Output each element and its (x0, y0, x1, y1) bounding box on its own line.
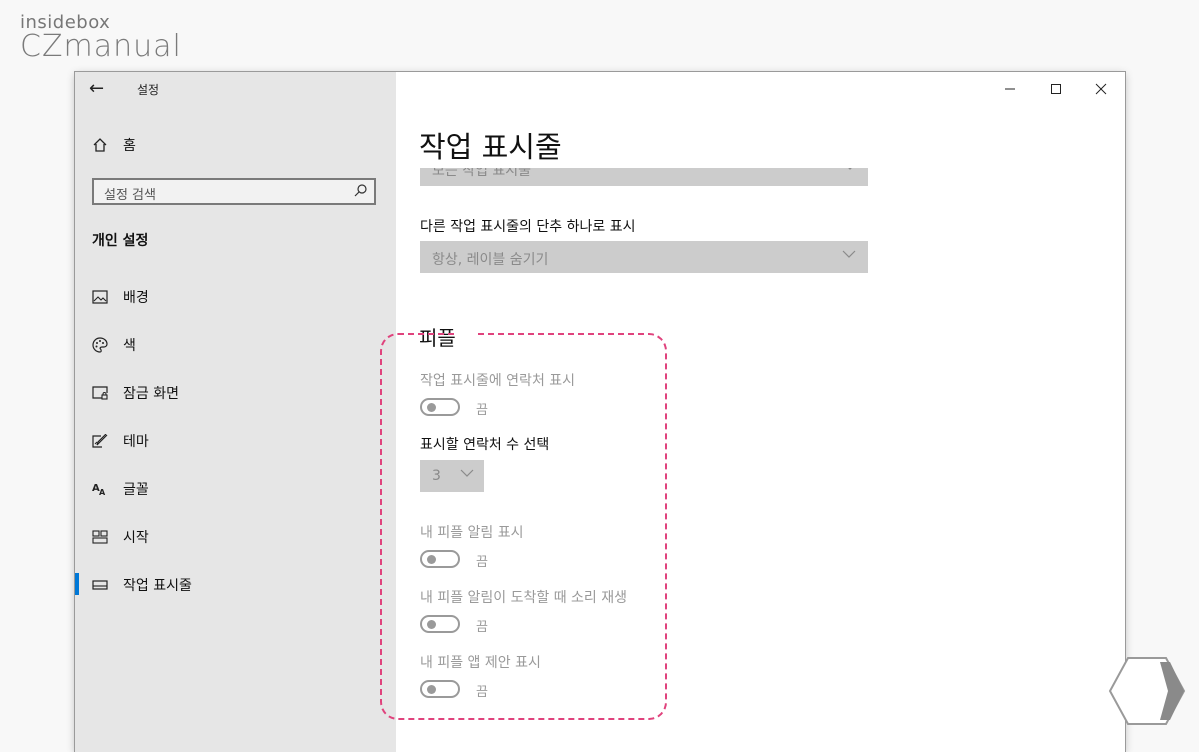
dropdown-value: 모든 작업 표시줄 (432, 168, 532, 179)
svg-text:A: A (99, 488, 106, 496)
search-placeholder: 설정 검색 (104, 188, 156, 203)
sidebar-item-label: 잠금 화면 (123, 386, 179, 402)
palette-icon (91, 336, 109, 354)
highlight-gap (455, 326, 475, 338)
sidebar-item-background[interactable]: 배경 (75, 278, 396, 316)
theme-icon (91, 432, 109, 450)
sidebar-item-label: 작업 표시줄 (123, 578, 192, 594)
sidebar-item-label: 홈 (123, 138, 136, 154)
search-icon[interactable] (354, 183, 368, 201)
brand-logo: insidebox CZmanual (20, 12, 182, 64)
sidebar-item-label: 글꼴 (123, 482, 149, 498)
app-title: 설정 (137, 83, 160, 97)
chevron-down-icon (844, 168, 856, 176)
sidebar: ← 설정 홈 설정 검색 개인 설정 배경 색 잠금 화면 테마 A A 글꼴 … (75, 72, 396, 752)
close-button[interactable] (1078, 72, 1124, 106)
sidebar-item-label: 시작 (123, 530, 149, 546)
sidebar-item-theme[interactable]: 테마 (75, 422, 396, 460)
chevron-down-icon (842, 247, 856, 265)
lock-screen-icon (91, 384, 109, 402)
highlight-box (380, 333, 667, 720)
picture-icon (91, 288, 109, 306)
sidebar-item-color[interactable]: 색 (75, 326, 396, 364)
minimize-button[interactable] (987, 72, 1033, 106)
taskbar-icon (91, 576, 109, 594)
maximize-button[interactable] (1033, 72, 1079, 106)
sidebar-item-taskbar[interactable]: 작업 표시줄 (75, 566, 396, 604)
sidebar-item-lock-screen[interactable]: 잠금 화면 (75, 374, 396, 412)
taskbar-display-dropdown[interactable]: 모든 작업 표시줄 (420, 168, 868, 186)
start-icon (91, 528, 109, 546)
section-header: 개인 설정 (92, 233, 149, 249)
back-arrow-icon[interactable]: ← (89, 78, 111, 100)
titlebar: ← 설정 (75, 72, 396, 106)
page-title: 작업 표시줄 (419, 130, 562, 164)
search-input[interactable]: 설정 검색 (92, 178, 376, 205)
combine-buttons-label: 다른 작업 표시줄의 단추 하나로 표시 (420, 219, 636, 235)
sidebar-item-start[interactable]: 시작 (75, 518, 396, 556)
sidebar-item-label: 색 (123, 338, 136, 354)
font-icon: AA (91, 480, 109, 498)
sidebar-item-label: 테마 (123, 434, 149, 450)
sidebar-item-home[interactable]: 홈 (75, 126, 396, 164)
dropdown-value: 항상, 레이블 숨기기 (432, 252, 549, 268)
home-icon (91, 136, 109, 154)
sidebar-item-fonts[interactable]: AA 글꼴 (75, 470, 396, 508)
hexagon-logo-icon (1108, 656, 1186, 730)
logo-line2: CZmanual (20, 29, 182, 64)
combine-buttons-dropdown[interactable]: 항상, 레이블 숨기기 (420, 241, 868, 273)
sidebar-item-label: 배경 (123, 290, 149, 306)
